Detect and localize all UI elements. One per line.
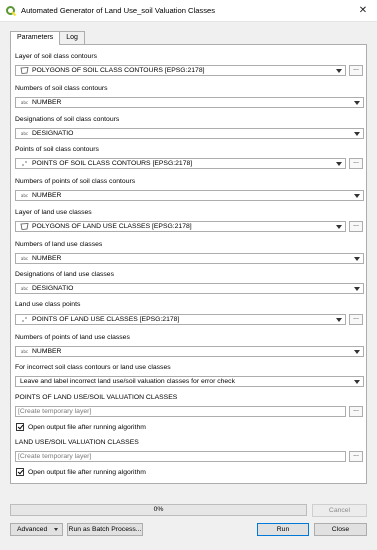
chevron-down-icon [54, 528, 58, 531]
soil-contours-layer-label: Layer of soil class contours [15, 53, 97, 60]
land-use-points-browse-button[interactable]: ... [349, 314, 363, 325]
chevron-down-icon [336, 69, 342, 73]
chevron-down-icon [354, 101, 360, 105]
land-use-number-label: Numbers of land use classes [15, 241, 103, 248]
point-layer-icon [20, 316, 29, 324]
output-points-browse-button[interactable]: ... [349, 406, 363, 417]
polygon-layer-icon [20, 67, 29, 75]
open-output-classes-checkbox[interactable]: Open output file after running algorithm [16, 468, 146, 476]
chevron-down-icon [336, 225, 342, 229]
qgis-logo-icon [6, 5, 16, 16]
soil-contours-layer-select[interactable]: POLYGONS OF SOIL CLASS CONTOURS [EPSG:21… [15, 65, 346, 76]
soil-contours-number-value: NUMBER [32, 99, 62, 106]
soil-points-number-label: Numbers of points of soil class contours [15, 178, 136, 185]
checkbox-checked-icon[interactable] [16, 468, 24, 476]
advanced-button[interactable]: Advanced [10, 523, 63, 536]
open-output-points-label: Open output file after running algorithm [28, 423, 146, 431]
soil-contours-layer-value: POLYGONS OF SOIL CLASS CONTOURS [EPSG:21… [32, 67, 205, 74]
land-use-layer-browse-button[interactable]: ... [349, 221, 363, 232]
land-use-points-value: POINTS OF LAND USE CLASSES [EPSG:2178] [32, 316, 180, 323]
checkbox-checked-icon[interactable] [16, 423, 24, 431]
land-use-designation-label: Designations of land use classes [15, 271, 114, 278]
text-field-icon: abc [20, 349, 29, 354]
open-output-points-checkbox[interactable]: Open output file after running algorithm [16, 423, 146, 431]
land-use-points-number-select[interactable]: abc NUMBER [15, 346, 364, 357]
text-field-icon: abc [20, 286, 29, 291]
text-field-icon: abc [20, 193, 29, 198]
progress-bar: 0% [10, 504, 307, 516]
soil-contours-layer-browse-button[interactable]: ... [349, 65, 363, 76]
chevron-down-icon [354, 287, 360, 291]
soil-contours-points-browse-button[interactable]: ... [349, 158, 363, 169]
chevron-down-icon [336, 318, 342, 322]
land-use-number-select[interactable]: abc NUMBER [15, 253, 364, 264]
chevron-down-icon [354, 380, 360, 384]
text-field-icon: abc [20, 100, 29, 105]
soil-contours-designation-value: DESIGNATIO [32, 130, 74, 137]
land-use-layer-label: Layer of land use classes [15, 209, 92, 216]
incorrect-handling-value: Leave and label incorrect land use/soil … [20, 378, 235, 385]
land-use-points-number-label: Numbers of points of land use classes [15, 334, 130, 341]
chevron-down-icon [354, 257, 360, 261]
close-button[interactable]: Close [314, 523, 367, 536]
chevron-down-icon [354, 350, 360, 354]
land-use-designation-value: DESIGNATIO [32, 285, 74, 292]
land-use-layer-select[interactable]: POLYGONS OF LAND USE CLASSES [EPSG:2178] [15, 221, 346, 232]
incorrect-handling-select[interactable]: Leave and label incorrect land use/soil … [15, 376, 364, 387]
tab-log[interactable]: Log [59, 31, 85, 44]
output-points-field[interactable]: [Create temporary layer] [15, 406, 346, 417]
land-use-layer-value: POLYGONS OF LAND USE CLASSES [EPSG:2178] [32, 223, 192, 230]
title-bar: Automated Generator of Land Use_soil Val… [0, 0, 377, 22]
tab-bar: Parameters Log [10, 31, 85, 45]
output-classes-field[interactable]: [Create temporary layer] [15, 451, 346, 462]
land-use-points-label: Land use class points [15, 301, 81, 308]
parameters-panel: Layer of soil class contours POLYGONS OF… [10, 44, 367, 484]
land-use-designation-select[interactable]: abc DESIGNATIO [15, 283, 364, 294]
soil-points-number-select[interactable]: abc NUMBER [15, 190, 364, 201]
text-field-icon: abc [20, 131, 29, 136]
chevron-down-icon [354, 194, 360, 198]
soil-contours-points-label: Points of soil class contours [15, 146, 99, 153]
text-field-icon: abc [20, 256, 29, 261]
land-use-points-number-value: NUMBER [32, 348, 62, 355]
soil-contours-number-select[interactable]: abc NUMBER [15, 97, 364, 108]
soil-contours-number-label: Numbers of soil class contours [15, 85, 108, 92]
soil-points-number-value: NUMBER [32, 192, 62, 199]
land-use-points-select[interactable]: POINTS OF LAND USE CLASSES [EPSG:2178] [15, 314, 346, 325]
soil-contours-designation-label: Designations of soil class contours [15, 116, 120, 123]
incorrect-handling-label: For incorrect soil class contours or lan… [15, 364, 171, 371]
window-title: Automated Generator of Land Use_soil Val… [21, 6, 216, 15]
tab-parameters[interactable]: Parameters [10, 31, 61, 45]
chevron-down-icon [336, 162, 342, 166]
open-output-classes-label: Open output file after running algorithm [28, 468, 146, 476]
advanced-label: Advanced [17, 526, 48, 533]
output-points-label: POINTS OF LAND USE/SOIL VALUATION CLASSE… [15, 394, 178, 401]
polygon-layer-icon [20, 223, 29, 231]
progress-text: 0% [153, 506, 164, 513]
run-button[interactable]: Run [257, 523, 309, 536]
land-use-number-value: NUMBER [32, 255, 62, 262]
close-icon[interactable]: ✕ [357, 5, 369, 17]
output-classes-label: LAND USE/SOIL VALUATION CLASSES [15, 439, 139, 446]
cancel-button[interactable]: Cancel [312, 504, 367, 517]
soil-contours-designation-select[interactable]: abc DESIGNATIO [15, 128, 364, 139]
output-classes-browse-button[interactable]: ... [349, 451, 363, 462]
soil-contours-points-select[interactable]: POINTS OF SOIL CLASS CONTOURS [EPSG:2178… [15, 158, 346, 169]
soil-contours-points-value: POINTS OF SOIL CLASS CONTOURS [EPSG:2178… [32, 160, 193, 167]
point-layer-icon [20, 160, 29, 168]
chevron-down-icon [354, 132, 360, 136]
run-batch-button[interactable]: Run as Batch Process... [67, 523, 143, 536]
